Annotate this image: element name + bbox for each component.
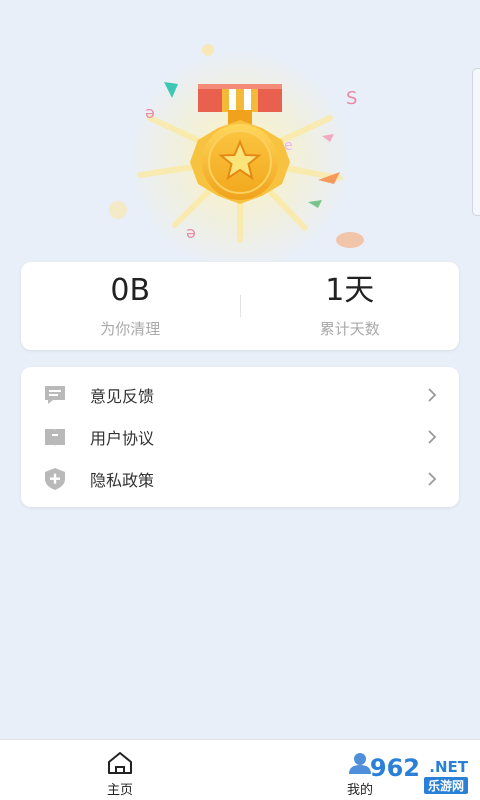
tab-label: 主页: [106, 783, 133, 798]
cleaned-value: 0B: [110, 272, 151, 308]
feedback-chat-icon: [42, 382, 68, 408]
medal-illustration: ə S ə e: [109, 44, 364, 262]
home-icon: [106, 751, 134, 775]
settings-menu-card: 意见反馈 用户协议 隐私政策: [21, 367, 459, 507]
svg-text:ə: ə: [186, 223, 196, 242]
agreement-book-icon: [42, 424, 68, 450]
menu-item-label: 隐私政策: [90, 471, 155, 490]
cleaned-label: 为你清理: [100, 319, 161, 338]
menu-item-agreement[interactable]: 用户协议: [21, 416, 459, 458]
watermark-domain: .NET: [429, 758, 468, 776]
menu-item-label: 用户协议: [90, 429, 155, 448]
days-stat: 1天 累计天数: [241, 272, 460, 339]
menu-item-label: 意见反馈: [90, 387, 155, 406]
site-watermark: 962 .NET 乐游网: [332, 752, 472, 796]
menu-item-privacy[interactable]: 隐私政策: [21, 458, 459, 500]
stats-card: 0B 为你清理 1天 累计天数: [21, 262, 459, 350]
watermark-sub: 乐游网: [423, 777, 468, 794]
watermark-brand: 962: [369, 754, 420, 782]
medal-hero: ə S ə e: [0, 0, 480, 262]
chevron-right-icon: [425, 388, 439, 402]
days-label: 累计天数: [319, 319, 380, 338]
privacy-shield-icon: [42, 466, 68, 492]
chevron-right-icon: [425, 430, 439, 444]
svg-text:ə: ə: [145, 103, 155, 122]
days-value: 1天: [325, 272, 375, 308]
svg-text:S: S: [346, 88, 357, 109]
menu-item-feedback[interactable]: 意见反馈: [21, 374, 459, 416]
chevron-right-icon: [425, 472, 439, 486]
cleaned-stat: 0B 为你清理: [21, 272, 240, 339]
tab-home[interactable]: 主页: [0, 740, 240, 800]
